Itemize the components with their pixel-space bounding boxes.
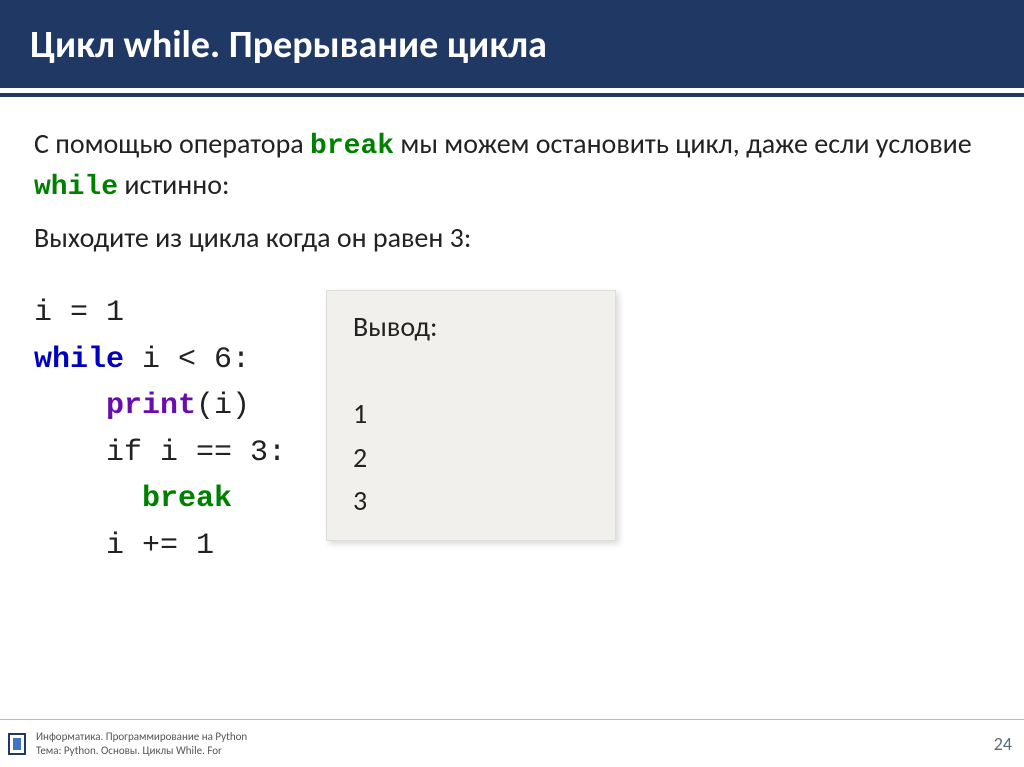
code-line-2-rest: i < 6: [124, 343, 250, 377]
content-area: С помощью оператора break мы можем остан… [0, 97, 1024, 767]
keyword-print: print [106, 389, 196, 423]
code-line-5: break [34, 476, 286, 523]
output-box: Вывод: 1 2 3 [326, 290, 616, 541]
page-number: 24 [994, 733, 1012, 755]
intro-text-1a: С помощью оператора [34, 126, 310, 161]
intro-paragraph-2: Выходите из цикла когда он равен 3: [34, 219, 990, 257]
output-line-2: 2 [353, 436, 589, 479]
code-line-3: print(i) [34, 383, 286, 430]
output-blank [353, 349, 589, 392]
code-line-3-rest: (i) [196, 389, 250, 423]
code-line-2: while i < 6: [34, 337, 286, 384]
output-line-1: 1 [353, 392, 589, 435]
keyword-if: if i == 3: [106, 436, 286, 470]
footer-line-2: Тема: Python. Основы. Циклы While. For [36, 744, 994, 758]
code-line-6: i += 1 [34, 523, 286, 570]
keyword-while: while [34, 172, 118, 203]
intro-paragraph-1: С помощью оператора break мы можем остан… [34, 125, 990, 207]
code-line-4: if i == 3: [34, 430, 286, 477]
title-bar: Цикл while. Прерывание цикла [0, 0, 1024, 88]
output-label: Вывод: [353, 305, 589, 348]
slide-title: Цикл while. Прерывание цикла [30, 22, 994, 68]
footer-line-1: Информатика. Программирование на Python [36, 730, 994, 744]
keyword-while-code: while [34, 343, 124, 377]
footer-icon-inner [13, 738, 21, 750]
code-block: i = 1 while i < 6: print(i) if i == 3: b… [34, 290, 286, 569]
code-line-6-text: i += 1 [106, 529, 214, 563]
footer: Информатика. Программирование на Python … [0, 719, 1024, 767]
intro-text-1c: истинно: [118, 167, 229, 202]
footer-icon [8, 733, 26, 755]
keyword-break: break [310, 131, 394, 162]
output-line-3: 3 [353, 479, 589, 522]
intro-text-1b: мы можем остановить цикл, даже если усло… [394, 126, 972, 161]
footer-text: Информатика. Программирование на Python … [36, 730, 994, 758]
code-line-1: i = 1 [34, 290, 286, 337]
slide: Цикл while. Прерывание цикла С помощью о… [0, 0, 1024, 767]
code-area: i = 1 while i < 6: print(i) if i == 3: b… [34, 290, 990, 569]
keyword-break-code: break [142, 482, 232, 516]
